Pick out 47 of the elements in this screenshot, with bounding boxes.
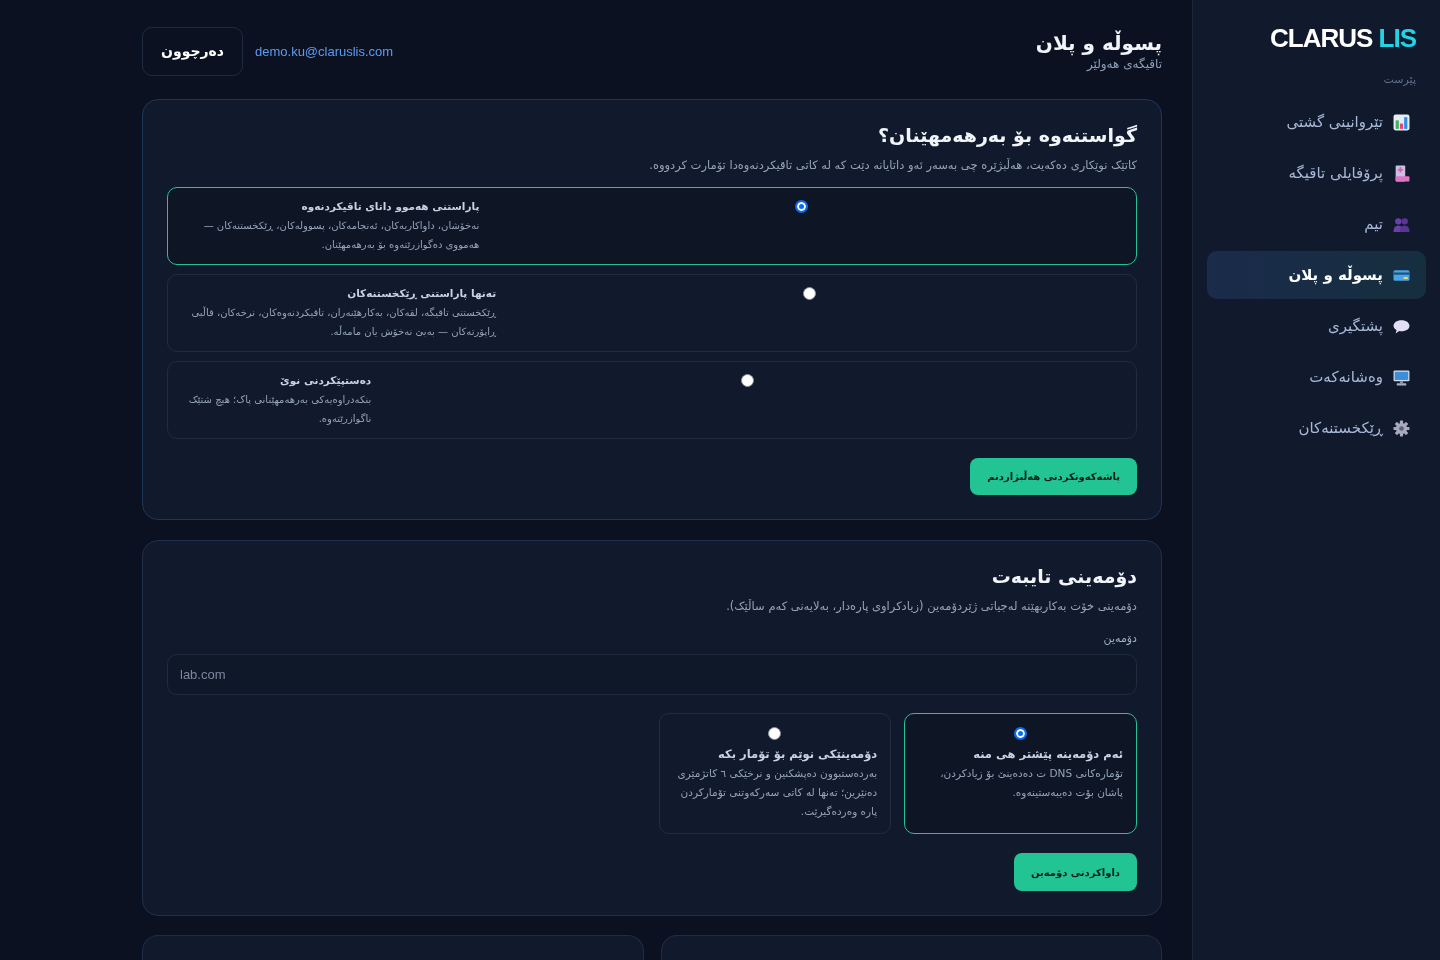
option-title: دۆمەینێکی نوێم بۆ تۆمار بکە [717, 746, 878, 764]
email-link[interactable]: demo.ku@claruslis.com [255, 43, 394, 59]
option-card[interactable]: ئەم دۆمەینە پێشتر هی منە تۆمارەکانی DNS ت دەدەینێ بۆ زیادکردن، پاشان بۆت دەیبەستینەوە. [904, 713, 1137, 834]
save-button[interactable]: پاشەکەوتکردنی هەڵبژاردنم [970, 458, 1137, 495]
option-description: نەخۆشان، داواکاریەکان، ئەنجامەکان، پسوولەکان، ڕێکخستنەکان — هەمووی دەگوازرێتەوە بۆ بەرهەمهێنان. [202, 219, 480, 253]
speech-bubble-icon [1393, 317, 1410, 335]
option-title: تەنها پاراستنی ڕێکخستنەکان [346, 286, 497, 302]
building-icon [1393, 164, 1410, 182]
radio-button[interactable] [794, 200, 808, 213]
card-description: کاتێک نوێکاری دەکەیت، هەڵبژێرە چی بەسەر ئەو داتایانە دێت کە لە کاتی تاقیکردنەوەدا تۆمارت کردووە. [648, 157, 1137, 174]
field-label: دۆمەین [1102, 631, 1137, 647]
option-title: پاراستنی هەموو داتای تاقیکردنەوە [300, 199, 480, 215]
settings-icon [1393, 419, 1410, 437]
radio-button[interactable] [1014, 727, 1028, 740]
nav-item[interactable]: پسوڵە و پلان [1207, 251, 1426, 299]
nav-item[interactable]: ڕێکخستنەکان [1207, 404, 1426, 452]
radio-button[interactable] [803, 287, 817, 300]
radio-button[interactable] [740, 374, 754, 387]
nav-item[interactable]: وەشانەکەت [1207, 353, 1426, 401]
nav-item[interactable]: تیم [1207, 200, 1426, 248]
option-card[interactable]: تەنها پاراستنی ڕێکخستنەکان ڕێکخستنی تاقیگە، لقەکان، بەکارهێنەران، تاقیکردنەوەکان، نرخەکان، قاڵبی ڕاپۆرتەکان — بەبێ نەخۆش یان مامەڵە. [167, 274, 1137, 352]
domain-field[interactable]: lab.com [167, 654, 1137, 695]
option-card[interactable]: پاراستنی هەموو داتای تاقیکردنەوە نەخۆشان، داواکاریەکان، ئەنجامەکان، پسوولەکان، ڕێکخستنەکان — هەمووی دەگوازرێتەوە بۆ بەرهەمهێنان. [167, 187, 1137, 265]
radio-button[interactable] [768, 727, 782, 740]
option-description: تۆمارەکانی DNS ت دەدەینێ بۆ زیادکردن، پاشان بۆت دەیبەستینەوە. [939, 766, 1123, 801]
nav-item[interactable]: تێروانینی گشتی [1207, 98, 1426, 146]
nav-item[interactable]: پرۆفایلی تاقیگە [1207, 149, 1426, 197]
page-title: پسوڵە و پلان [1035, 30, 1162, 56]
logo: CLARUS LIS [1268, 22, 1417, 54]
people-icon [1393, 215, 1410, 233]
option-description: بنکەدراوەیەکی بەرهەمهێنانی پاک؛ هیچ شتێک ناگوازرێتەوە. [187, 393, 372, 427]
option-title: ئەم دۆمەینە پێشتر هی منە [972, 746, 1123, 764]
option-description: بەردەستبوون دەپشکنین و نرخێکی ٦ کاتژمێری دەنێرین؛ تەنها لە کاتی سەرکەوتنی تۆمارکردن پارە وەردەگیرێت. [676, 766, 878, 820]
option-title: دەستپێکردنی نوێ [279, 373, 372, 389]
bar-chart-icon [1393, 113, 1410, 131]
card-description: دۆمەینی خۆت بەکاربهێنە لەجیاتی ژێردۆمەین (زیادکراوی پارەدار، بەلایەنی کەم ساڵێک). [725, 598, 1137, 615]
section-label: پێرست [1382, 72, 1417, 88]
option-description: ڕێکخستنی تاقیگە، لقەکان، بەکارهێنەران، تاقیکردنەوەکان، نرخەکان، قاڵبی ڕاپۆرتەکان — بەبێ نەخۆش یان مامەڵە. [190, 305, 497, 340]
option-card[interactable]: دەستپێکردنی نوێ بنکەدراوەیەکی بەرهەمهێنانی پاک؛ هیچ شتێک ناگوازرێتەوە. [167, 361, 1137, 439]
page-subtitle: تاقیگەی هەولێر [1085, 56, 1162, 72]
option-card[interactable]: دۆمەینێکی نوێم بۆ تۆمار بکە بەردەستبوون دەپشکنین و نرخێکی ٦ کاتژمێری دەنێرین؛ تەنها لە کاتی سەرکەوتنی تۆمارکردن پارە وەردەگیرێت. [658, 713, 892, 834]
card-title: دۆمەینی تایبەت [990, 564, 1137, 589]
logout-button[interactable]: دەرچوون [142, 26, 243, 76]
card-title: گواستنەوە بۆ بەرهەمهێنان؟ [877, 123, 1137, 148]
nav-item[interactable]: پشتگیری [1207, 302, 1426, 350]
request-domain-button[interactable]: داواکردنی دۆمەین [1013, 853, 1137, 891]
monitor-icon [1393, 368, 1410, 386]
